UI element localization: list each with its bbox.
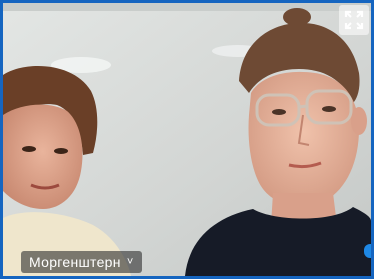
participant-name-tag[interactable]: Моргенштерн ˅ [21, 251, 142, 273]
expand-icon [344, 10, 364, 30]
video-feed [3, 3, 371, 276]
participant-video-tile[interactable]: Моргенштерн ˅ [0, 0, 374, 279]
side-indicator [364, 244, 371, 258]
chevron-down-icon: ˅ [126, 255, 134, 268]
fullscreen-button[interactable] [339, 5, 369, 35]
participant-name: Моргенштерн [29, 254, 121, 270]
